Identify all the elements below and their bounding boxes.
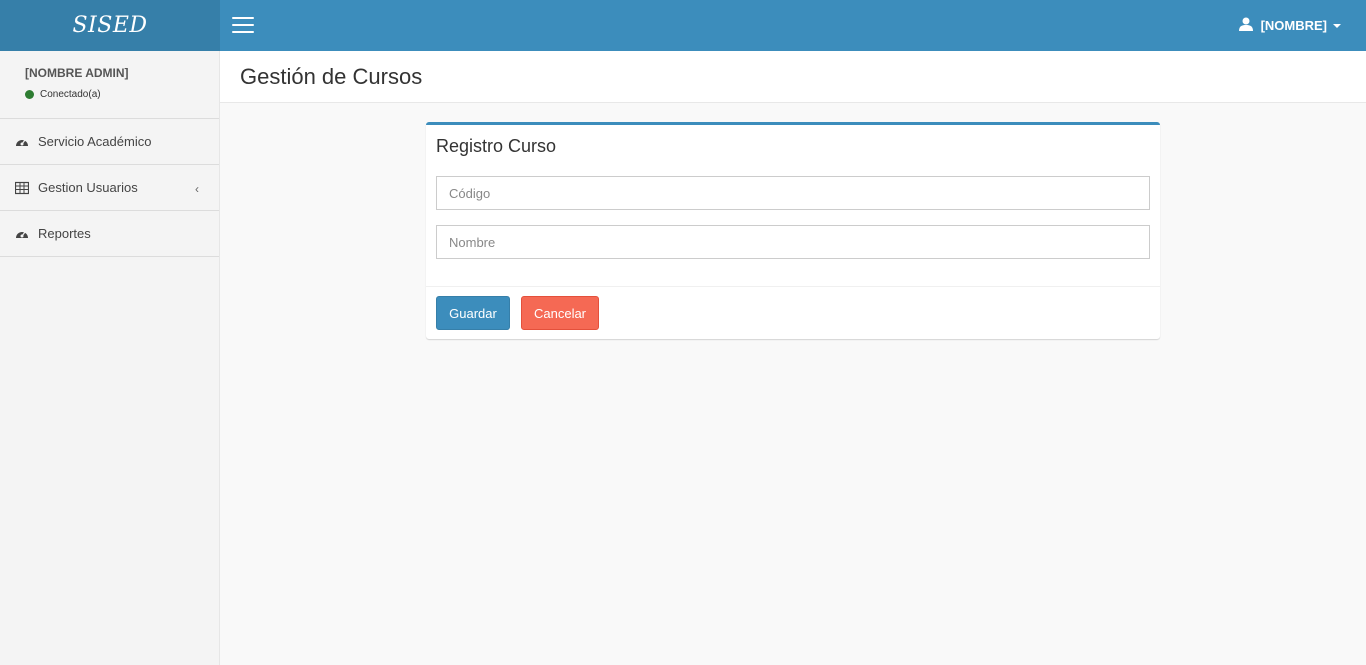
sidebar-item-gestion-usuarios[interactable]: Gestion Usuarios ‹ xyxy=(0,165,219,211)
user-menu[interactable]: [NOMBRE] xyxy=(1238,0,1341,51)
dashboard-icon xyxy=(16,139,28,146)
form-footer xyxy=(426,286,1160,287)
sidebar-item-label: Reportes xyxy=(38,226,91,241)
app-logo[interactable]: SISED xyxy=(0,0,220,51)
user-status-label: Conectado(a) xyxy=(40,89,101,100)
user-icon xyxy=(1238,17,1253,31)
name-field[interactable] xyxy=(436,225,1150,259)
online-status-icon xyxy=(25,90,34,99)
sidebar-user-name: [NOMBRE ADMIN] xyxy=(25,66,129,80)
sidebar-item-label: Servicio Académico xyxy=(38,134,152,149)
sidebar-item-servicio-academico[interactable]: Servicio Académico xyxy=(0,119,219,165)
cancel-button[interactable]: Cancelar xyxy=(521,296,599,330)
code-field[interactable] xyxy=(436,176,1150,210)
user-status: Conectado(a) xyxy=(25,89,219,100)
course-form-box: Registro Curso Guardar Cancelar xyxy=(426,122,1160,339)
form-title: Registro Curso xyxy=(436,136,557,156)
page-title: Gestión de Cursos xyxy=(240,63,423,89)
user-menu-label: [NOMBRE] xyxy=(1260,18,1327,33)
menu-toggle-icon[interactable] xyxy=(232,17,254,33)
table-icon xyxy=(15,181,29,194)
caret-down-icon xyxy=(1333,23,1341,28)
save-button[interactable]: Guardar xyxy=(436,296,510,330)
sidebar-item-label: Gestion Usuarios xyxy=(38,180,138,195)
user-panel: [NOMBRE ADMIN] Conectado(a) xyxy=(0,51,219,119)
sidebar-item-reportes[interactable]: Reportes xyxy=(0,211,219,257)
top-navbar: [NOMBRE] xyxy=(220,0,1366,51)
dashboard-icon xyxy=(16,231,28,238)
chevron-left-icon: ‹ xyxy=(195,182,199,196)
sidebar: [NOMBRE ADMIN] Conectado(a) Servicio Aca… xyxy=(0,51,220,665)
content-header: Gestión de Cursos xyxy=(220,51,1366,103)
